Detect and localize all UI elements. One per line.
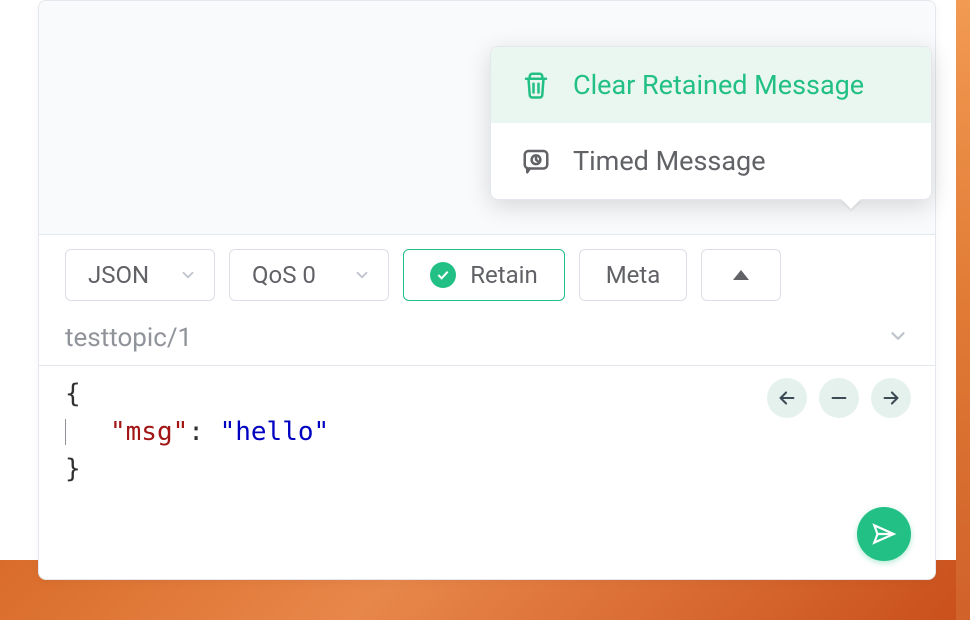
json-value: "hello" xyxy=(220,417,330,447)
editor-cursor xyxy=(65,419,66,445)
publish-toolbar: JSON QoS 0 Retain Meta xyxy=(39,235,935,315)
clear-retained-menu-item[interactable]: Clear Retained Message xyxy=(491,47,931,123)
qos-select[interactable]: QoS 0 xyxy=(229,249,389,301)
chevron-down-icon xyxy=(178,265,198,285)
history-clear-button[interactable] xyxy=(819,378,859,418)
payload-editor[interactable]: { "msg": "hello" } xyxy=(39,366,935,579)
chevron-down-icon[interactable] xyxy=(887,325,909,351)
payload-format-select[interactable]: JSON xyxy=(65,249,215,301)
json-brace-open: { xyxy=(65,379,81,409)
more-actions-popover: Clear Retained Message Timed Message xyxy=(490,46,932,200)
timed-message-icon xyxy=(521,146,551,176)
json-colon: : xyxy=(188,417,204,447)
topic-input[interactable]: testtopic/1 xyxy=(65,323,192,353)
json-key: "msg" xyxy=(110,417,188,447)
chevron-down-icon xyxy=(352,265,372,285)
meta-label: Meta xyxy=(606,261,661,289)
send-icon xyxy=(871,521,897,547)
timed-message-label: Timed Message xyxy=(573,145,766,177)
more-actions-button[interactable] xyxy=(701,249,781,301)
history-next-button[interactable] xyxy=(871,378,911,418)
caret-up-icon xyxy=(733,270,749,280)
qos-label: QoS 0 xyxy=(252,261,316,289)
timed-message-menu-item[interactable]: Timed Message xyxy=(491,123,931,199)
history-prev-button[interactable] xyxy=(767,378,807,418)
trash-icon xyxy=(521,70,551,100)
clear-retained-label: Clear Retained Message xyxy=(573,69,864,101)
json-brace-close: } xyxy=(65,454,81,484)
send-button[interactable] xyxy=(857,507,911,561)
window-right-stripe xyxy=(956,0,970,620)
topic-row: testtopic/1 xyxy=(39,315,935,366)
payload-format-label: JSON xyxy=(88,261,149,289)
meta-button[interactable]: Meta xyxy=(579,249,687,301)
retain-toggle[interactable]: Retain xyxy=(403,249,565,301)
editor-mini-actions xyxy=(767,378,911,418)
retain-label: Retain xyxy=(470,261,538,289)
check-icon xyxy=(430,262,456,288)
